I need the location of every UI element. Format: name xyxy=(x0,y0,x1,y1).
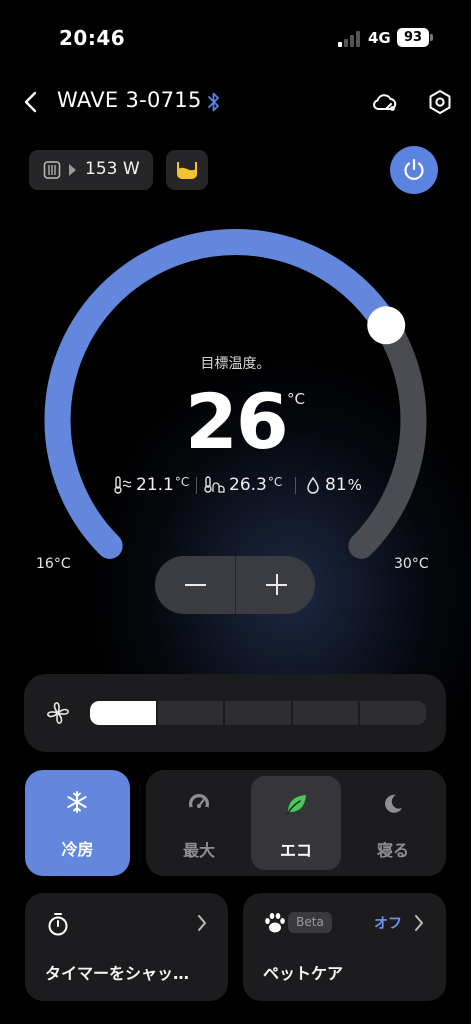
mode-sleep-button[interactable]: 寝る xyxy=(348,776,438,870)
mode-selector: 最大 エコ 寝る xyxy=(146,770,446,876)
ambient-temperature-unit: °C xyxy=(174,475,190,489)
power-button[interactable] xyxy=(390,146,438,194)
cloud-sync-icon xyxy=(373,94,397,111)
timer-icon xyxy=(48,913,68,936)
back-chevron-icon xyxy=(24,91,37,113)
mode-max-button[interactable]: 最大 xyxy=(154,776,244,870)
moon-icon xyxy=(385,794,402,813)
outlet-temperature-value: 26.3 xyxy=(229,475,267,495)
header: WAVE 3-0715 xyxy=(0,80,471,124)
status-bar: 20:46 4G 93 xyxy=(0,0,471,80)
target-temperature-value: 26 xyxy=(185,377,289,466)
power-draw-value: 153 W xyxy=(85,159,140,179)
ambient-temperature-value: 21.1 xyxy=(136,475,174,495)
humidity-reading: 81 % xyxy=(304,472,362,498)
pet-care-title: ペットケア xyxy=(263,964,344,983)
mode-eco-button[interactable]: エコ xyxy=(251,776,341,870)
play-arrow-icon xyxy=(69,164,76,176)
chevron-right-icon xyxy=(415,915,423,931)
outlet-temperature-unit: °C xyxy=(267,475,283,489)
max-temperature-label: 30°C xyxy=(394,556,429,572)
humidity-unit: % xyxy=(347,476,362,494)
device-unit-icon xyxy=(43,161,61,179)
target-temperature-label: 目標温度。 xyxy=(200,356,271,372)
outlet-temperature-icon xyxy=(204,476,225,493)
device-title: WAVE 3-0715 xyxy=(57,88,202,112)
sensor-readings: 21.1 °C 26.3 °C 81 % xyxy=(0,472,471,498)
minus-icon xyxy=(185,584,206,586)
mode-max-label: 最大 xyxy=(182,841,215,860)
paw-icon xyxy=(265,913,285,933)
cellular-signal-icon xyxy=(338,31,362,47)
beta-badge: Beta xyxy=(288,912,332,933)
snowflake-icon xyxy=(67,791,87,813)
water-tank-chip[interactable] xyxy=(166,150,208,190)
status-time: 20:46 xyxy=(59,26,126,50)
mode-sleep-label: 寝る xyxy=(376,841,409,860)
fan-speed-segment-divider xyxy=(290,701,293,725)
cool-mode-label: 冷房 xyxy=(61,840,94,859)
mode-eco-label: エコ xyxy=(279,841,312,860)
target-temperature-unit: °C xyxy=(287,390,305,408)
pet-care-card[interactable]: Beta オフ ペットケア xyxy=(243,893,446,1001)
humidity-icon xyxy=(307,476,319,494)
readings-divider xyxy=(295,477,296,494)
speedometer-icon xyxy=(189,794,209,815)
fan-speed-segment-divider xyxy=(357,701,360,725)
ambient-temperature-icon xyxy=(114,476,132,494)
fan-icon xyxy=(47,702,69,724)
plus-icon-vertical xyxy=(275,574,278,595)
fan-speed-fill xyxy=(90,701,158,725)
pet-care-status: オフ xyxy=(374,916,402,932)
temperature-stepper xyxy=(155,556,315,614)
fan-speed-card xyxy=(24,674,446,752)
power-draw-chip[interactable]: 153 W xyxy=(29,150,153,190)
decrease-temperature-button[interactable] xyxy=(155,556,235,614)
fan-speed-segment-divider xyxy=(223,701,226,725)
dial-knob[interactable] xyxy=(367,306,406,345)
humidity-value: 81 xyxy=(325,475,347,495)
cool-mode-button[interactable]: 冷房 xyxy=(25,770,130,876)
ambient-temperature-reading: 21.1 °C xyxy=(113,472,189,498)
leaf-icon xyxy=(286,795,306,815)
fan-speed-segment-divider xyxy=(156,701,159,725)
back-button[interactable] xyxy=(18,86,46,118)
water-tank-icon xyxy=(177,162,197,179)
min-temperature-label: 16°C xyxy=(36,556,71,572)
battery-tip xyxy=(430,34,433,41)
readings-divider xyxy=(196,477,197,494)
settings-button[interactable] xyxy=(424,86,456,118)
settings-icon xyxy=(429,90,451,114)
fan-speed-slider[interactable] xyxy=(90,701,426,725)
chevron-right-icon xyxy=(198,915,206,931)
network-type: 4G xyxy=(368,29,391,47)
temperature-dial[interactable]: 目標温度。 26 °C 21.1 °C 26.3 °C 81 % 16°C 30… xyxy=(0,200,471,620)
power-icon xyxy=(404,158,424,180)
timer-card[interactable]: タイマーをシャッ… xyxy=(25,893,228,1001)
outlet-temperature-reading: 26.3 °C xyxy=(204,472,282,498)
battery-indicator: 93 xyxy=(397,28,429,47)
cloud-sync-button[interactable] xyxy=(369,86,401,118)
bluetooth-icon xyxy=(208,92,219,112)
timer-card-title: タイマーをシャッ… xyxy=(45,964,190,983)
increase-temperature-button[interactable] xyxy=(236,556,315,614)
